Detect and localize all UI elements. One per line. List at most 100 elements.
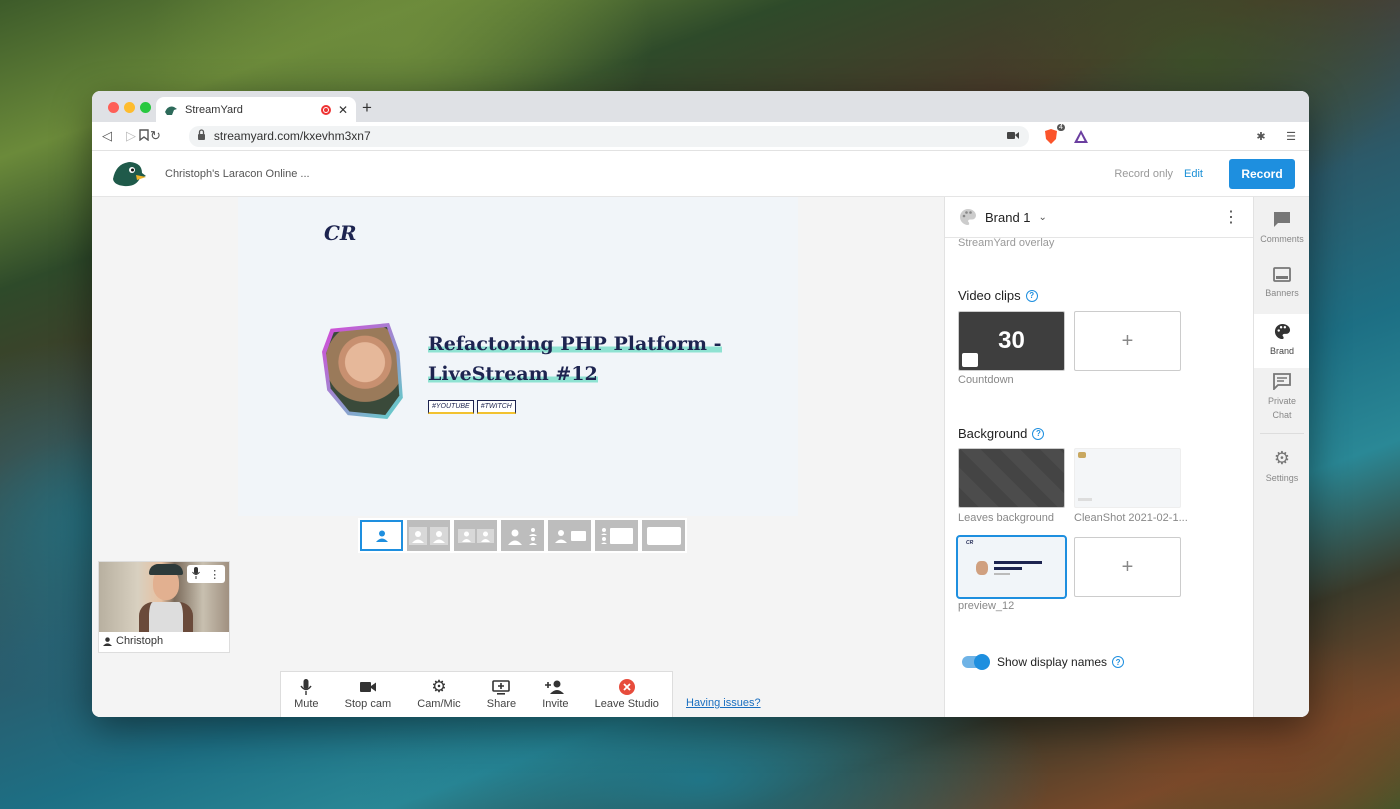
participant-tile[interactable]: ⋮ Christoph — [98, 561, 230, 653]
stop-cam-button[interactable]: Stop cam — [345, 679, 391, 710]
layout-split-button[interactable] — [407, 520, 450, 551]
bookmark-icon[interactable] — [139, 128, 149, 144]
layout-selector — [358, 518, 687, 553]
brand-dropdown[interactable]: Brand 1 ⌄ — [959, 208, 1213, 226]
preview-background-caption: preview_12 — [958, 600, 1015, 612]
people-icon — [507, 527, 537, 545]
share-button[interactable]: Share — [487, 679, 516, 710]
add-video-clip-button[interactable]: + — [1074, 311, 1181, 371]
brave-shield-icon[interactable]: 4 — [1043, 124, 1065, 144]
rail-private-chat[interactable]: Private Chat — [1254, 373, 1309, 425]
person-screen-icon — [600, 527, 633, 544]
countdown-clip[interactable]: 30 — [958, 311, 1065, 371]
chevron-down-icon: ⌄ — [1038, 211, 1047, 223]
brave-shield-count: 4 — [1057, 124, 1065, 131]
more-options-icon[interactable]: ⋮ — [1223, 207, 1239, 227]
rail-banners[interactable]: Banners — [1254, 267, 1309, 315]
layout-leader-button[interactable] — [501, 520, 544, 551]
rail-brand[interactable]: Brand — [1254, 314, 1309, 368]
rail-private-label: Private — [1267, 396, 1296, 406]
reload-icon[interactable]: ↻ — [150, 128, 161, 144]
close-window-button[interactable] — [108, 102, 119, 113]
browser-menu-icon[interactable]: ☰ — [1283, 128, 1299, 144]
person-icon — [430, 526, 448, 545]
stage-area: CR Refactoring PHP Platform - LiveStream… — [92, 197, 944, 717]
broadcast-title[interactable]: Christoph's Laracon Online ... — [165, 168, 1114, 180]
video-clips-label: Video clips — [958, 288, 1021, 303]
participant-controls: ⋮ — [187, 565, 225, 583]
chat-icon — [1273, 373, 1291, 390]
leave-icon — [618, 679, 635, 695]
plus-icon: + — [1121, 329, 1134, 352]
stage-canvas: CR Refactoring PHP Platform - LiveStream… — [238, 197, 798, 516]
rail-settings[interactable]: ⚙ Settings — [1254, 449, 1309, 489]
participant-name-row: Christoph — [99, 632, 229, 650]
camera-icon — [359, 679, 376, 695]
studio-main: CR Refactoring PHP Platform - LiveStream… — [92, 197, 1309, 717]
forward-icon[interactable]: ▷ — [126, 128, 136, 144]
stage-title-line-1: Refactoring PHP Platform - — [428, 333, 722, 355]
record-button[interactable]: Record — [1229, 158, 1295, 189]
cleanshot-background-thumb[interactable] — [1074, 448, 1181, 508]
mic-icon[interactable] — [191, 566, 200, 582]
layout-pip-button[interactable] — [595, 520, 638, 551]
show-display-names-label: Show display names — [997, 655, 1108, 669]
minimize-window-button[interactable] — [124, 102, 135, 113]
browser-tab[interactable]: StreamYard ✕ — [156, 97, 356, 122]
edit-link[interactable]: Edit — [1184, 168, 1203, 180]
background-label: Background — [958, 426, 1028, 441]
gear-icon: ⚙ — [1273, 448, 1291, 468]
brave-rewards-icon[interactable] — [1073, 128, 1089, 144]
overlay-label: StreamYard overlay — [958, 237, 1055, 249]
cam-mic-button[interactable]: ⚙ Cam/Mic — [417, 677, 461, 710]
palette-icon — [960, 209, 976, 225]
close-tab-icon[interactable]: ✕ — [338, 103, 348, 117]
mute-button[interactable]: Mute — [294, 679, 319, 710]
more-options-icon[interactable]: ⋮ — [209, 568, 220, 581]
stop-cam-label: Stop cam — [344, 698, 392, 710]
screen-share-icon — [492, 679, 511, 695]
rail-private-chat-label: Private Chat — [1268, 394, 1296, 422]
camera-in-use-icon[interactable] — [1006, 129, 1019, 143]
maximize-window-button[interactable] — [140, 102, 151, 113]
back-icon[interactable]: ◁ — [102, 128, 112, 144]
new-tab-button[interactable]: + — [362, 98, 372, 118]
share-label: Share — [486, 698, 517, 710]
app-header: Christoph's Laracon Online ... Record on… — [92, 151, 1309, 197]
brand-name: Brand 1 — [985, 209, 1031, 225]
show-display-names-toggle[interactable] — [962, 654, 990, 670]
brand-panel: Brand 1 ⌄ ⋮ StreamYard overlay Video cli… — [944, 197, 1253, 717]
gear-icon: ⚙ — [431, 677, 447, 696]
having-issues-link[interactable]: Having issues? — [686, 697, 761, 709]
address-bar[interactable]: streamyard.com/kxevhm3xn7 — [139, 125, 1029, 147]
add-background-button[interactable]: + — [1074, 537, 1181, 597]
clapperboard-icon — [962, 353, 978, 367]
layout-group-button[interactable] — [454, 520, 497, 551]
layout-solo-button[interactable] — [360, 520, 403, 551]
preview-background-thumb[interactable]: CR — [956, 535, 1067, 599]
palette-icon — [1274, 323, 1290, 340]
leave-studio-label: Leave Studio — [594, 698, 659, 710]
video-clips-heading: Video clips ? — [958, 288, 1038, 303]
extensions-icon[interactable]: ✱ — [1253, 128, 1269, 144]
person-icon — [103, 636, 112, 646]
help-icon[interactable]: ? — [1112, 656, 1125, 668]
stage-title-line-2: LiveStream #12 — [428, 363, 598, 385]
stage-tags: #YOUTUBE #TWITCH — [428, 400, 516, 414]
person-icon — [409, 526, 427, 545]
layout-fullscreen-button[interactable] — [642, 520, 685, 551]
mute-label: Mute — [294, 698, 319, 710]
layout-screen-share-button[interactable] — [548, 520, 591, 551]
plus-icon: + — [1121, 555, 1134, 578]
leaves-background-thumb[interactable] — [958, 448, 1065, 508]
show-display-names-row: Show display names ? — [997, 655, 1125, 669]
rail-chat-label: Chat — [1272, 410, 1292, 420]
cam-mic-label: Cam/Mic — [417, 698, 461, 710]
invite-button[interactable]: Invite — [542, 679, 569, 710]
help-icon[interactable]: ? — [1032, 427, 1045, 440]
countdown-value: 30 — [998, 327, 1025, 354]
help-icon[interactable]: ? — [1025, 289, 1038, 302]
countdown-caption: Countdown — [958, 374, 1014, 386]
leave-studio-button[interactable]: Leave Studio — [595, 679, 659, 710]
rail-comments[interactable]: Comments — [1254, 211, 1309, 259]
